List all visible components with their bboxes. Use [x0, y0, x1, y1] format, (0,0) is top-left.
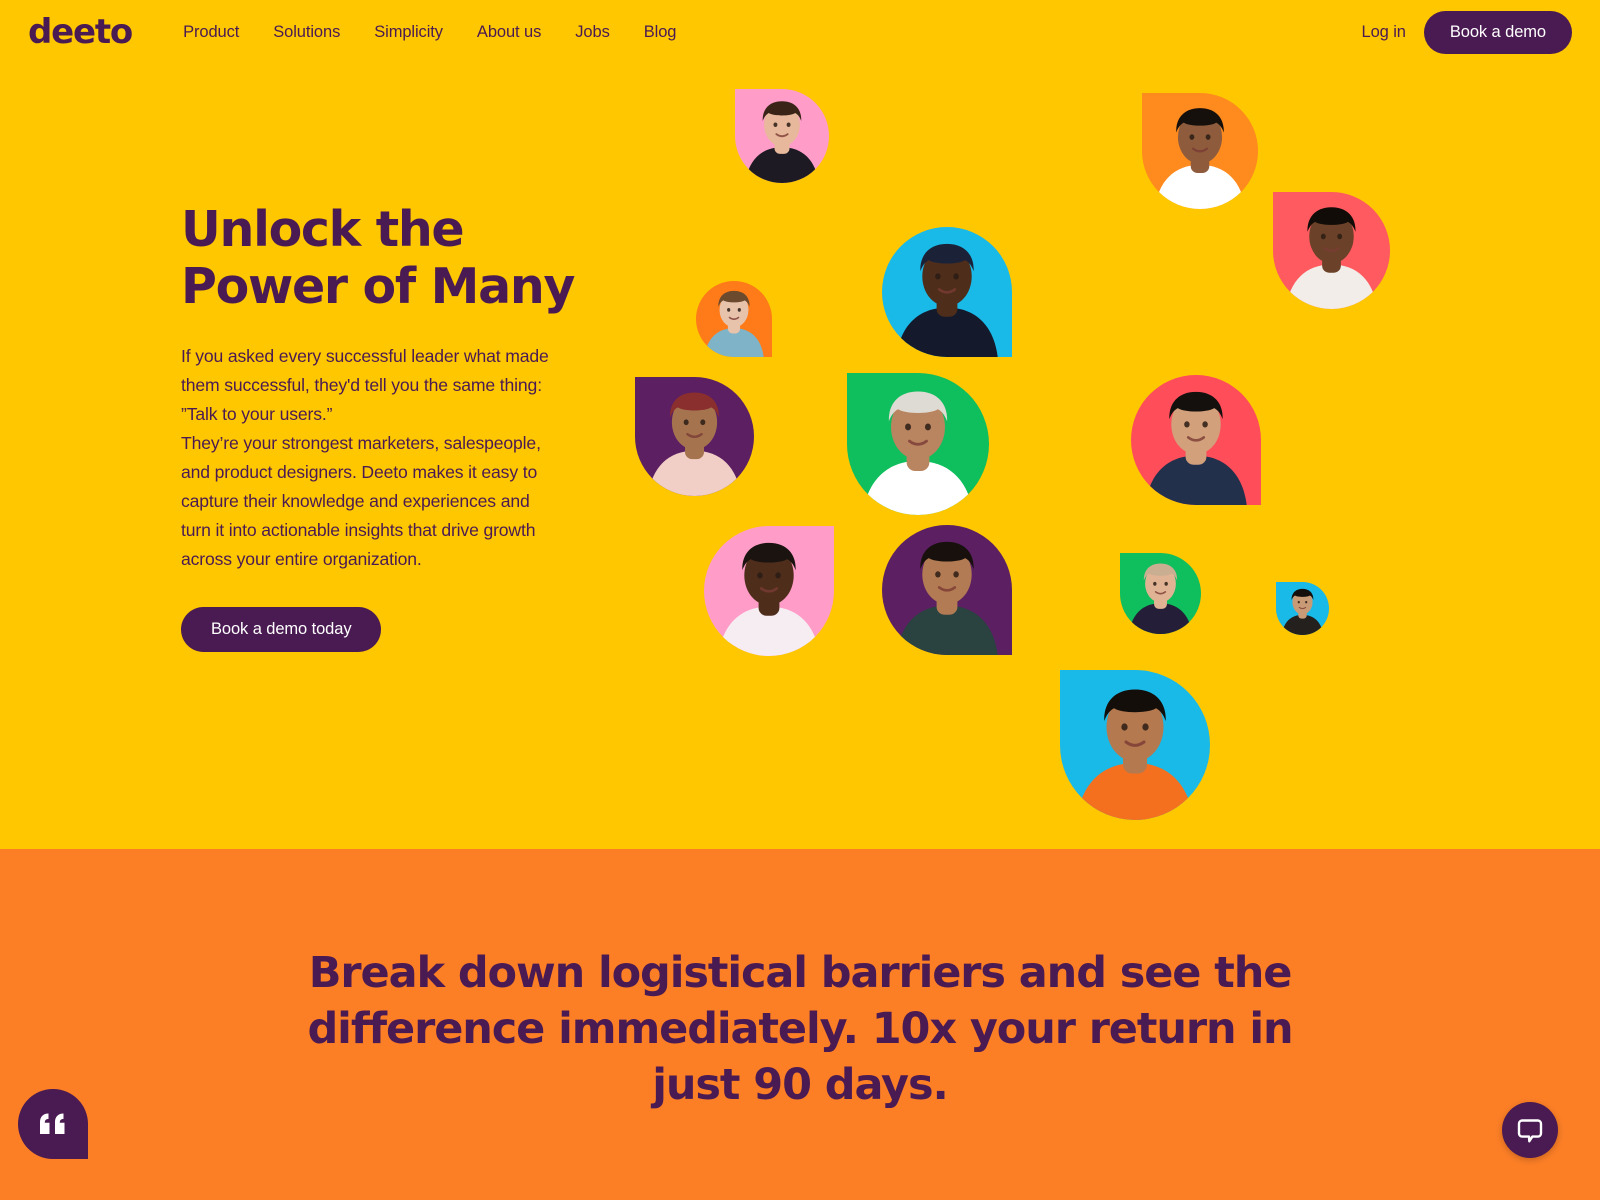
book-a-demo-button[interactable]: Book a demo: [1423, 10, 1572, 54]
header-actions: Log in Book a demo: [1344, 10, 1600, 54]
quote-marks-icon: [38, 1112, 68, 1136]
login-link[interactable]: Log in: [1344, 15, 1424, 50]
portrait-illustration: [896, 541, 998, 655]
portrait-illustration: [704, 290, 764, 357]
portrait-illustration: [1154, 108, 1246, 209]
portrait-illustration: [718, 542, 820, 656]
nav-item-simplicity[interactable]: Simplicity: [357, 15, 460, 50]
book-a-demo-today-button[interactable]: Book a demo today: [181, 606, 382, 652]
avatar-woman-orange: [1142, 93, 1258, 209]
nav-item-product[interactable]: Product: [166, 15, 256, 50]
band-headline: Break down logistical barriers and see t…: [307, 948, 1294, 1110]
avatar-man-orange-shirt: [1060, 670, 1210, 820]
page-root: deeto Product Solutions Simplicity About…: [0, 0, 1600, 1200]
hero-section: Unlock the Power of Many If you asked ev…: [0, 64, 1600, 849]
hero-copy: Unlock the Power of Many If you asked ev…: [181, 201, 581, 652]
avatar-woman-green: [847, 373, 989, 515]
nav-item-jobs[interactable]: Jobs: [558, 15, 626, 50]
hero-title: Unlock the Power of Many: [181, 201, 581, 316]
portrait-illustration: [1285, 207, 1378, 309]
value-prop-band: Break down logistical barriers and see t…: [0, 849, 1600, 1200]
portrait-illustration: [896, 243, 998, 357]
chat-widget-button[interactable]: [1502, 1102, 1558, 1158]
site-header: deeto Product Solutions Simplicity About…: [0, 0, 1600, 64]
portrait-illustration: [648, 392, 741, 496]
avatar-woman-pink: [735, 89, 829, 183]
avatar-woman-glasses-pink: [704, 526, 834, 656]
nav-item-solutions[interactable]: Solutions: [256, 15, 357, 50]
nav-item-about-us[interactable]: About us: [460, 15, 558, 50]
hero-body-text: If you asked every successful leader wha…: [181, 345, 549, 570]
nav-item-blog[interactable]: Blog: [627, 15, 694, 50]
portrait-illustration: [1128, 563, 1193, 634]
portrait-illustration: [862, 391, 974, 515]
avatar-man-beanie-purple: [635, 377, 754, 496]
avatar-man-purple: [882, 525, 1012, 655]
quote-bubble-button[interactable]: [18, 1089, 88, 1159]
avatar-man-bald-green: [1120, 553, 1201, 634]
avatar-woman-cyan-sm: [1276, 582, 1329, 635]
main-navigation: Product Solutions Simplicity About us Jo…: [166, 15, 693, 50]
portrait-illustration: [1076, 689, 1194, 820]
portrait-illustration: [745, 101, 819, 183]
avatar-person-orange-sm: [696, 281, 772, 357]
logo-wordmark: deeto: [28, 12, 133, 52]
avatar-man-glasses-coral: [1273, 192, 1390, 309]
chat-bubble-icon: [1516, 1116, 1544, 1144]
avatar-man-suit-coral: [1131, 375, 1261, 505]
portrait-illustration: [1281, 588, 1324, 635]
hero-title-line-1: Unlock the: [181, 201, 465, 258]
hero-title-line-2: Power of Many: [181, 258, 575, 316]
portrait-illustration: [1145, 391, 1247, 505]
deeto-logo[interactable]: deeto: [28, 12, 133, 52]
avatar-man-hat-cyan: [882, 227, 1012, 357]
